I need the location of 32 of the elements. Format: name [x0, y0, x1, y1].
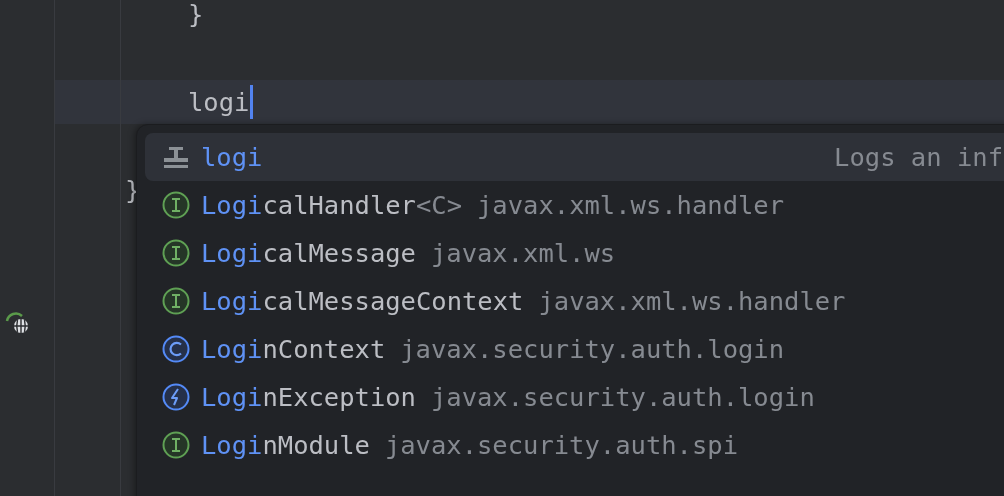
- package-name: javax.xml.ws: [430, 238, 616, 268]
- package-name: javax.security.auth.login: [400, 334, 785, 364]
- code-line: }: [187, 0, 204, 31]
- completion-item[interactable]: logi Logs an inf: [145, 133, 1004, 181]
- text-caret: [250, 85, 254, 119]
- package-name: javax.security.auth.spi: [384, 430, 738, 460]
- completion-description: Logs an inf: [833, 142, 1003, 172]
- completion-name: LoginException: [201, 382, 416, 412]
- completion-item[interactable]: LogicalMessage javax.xml.ws: [145, 229, 1004, 277]
- package-name: javax.xml.ws.handler: [538, 286, 846, 316]
- completion-item[interactable]: LogicalHandler<C> javax.xml.ws.handler: [145, 181, 1004, 229]
- completion-item[interactable]: LoginContext javax.security.auth.login: [145, 325, 1004, 373]
- completion-name: LogicalMessage: [201, 238, 416, 268]
- interface-icon: [162, 239, 190, 267]
- completion-name: logi: [201, 142, 263, 172]
- lightning-icon: [162, 383, 190, 411]
- completion-name: LogicalMessageContext: [201, 286, 524, 316]
- globe-icon[interactable]: [4, 311, 30, 335]
- completion-name: LoginModule: [201, 430, 370, 460]
- code-line: }: [124, 174, 141, 207]
- type-parameters: <C>: [415, 190, 462, 220]
- class-icon: [162, 335, 190, 363]
- completion-item[interactable]: LoginException javax.security.auth.login: [145, 373, 1004, 421]
- completion-name: LoginContext: [201, 334, 386, 364]
- interface-icon: [162, 431, 190, 459]
- package-name: javax.xml.ws.handler: [477, 190, 785, 220]
- interface-icon: [162, 287, 190, 315]
- package-name: javax.security.auth.login: [430, 382, 815, 412]
- completion-item[interactable]: LogicalMessageContext javax.xml.ws.handler: [145, 277, 1004, 325]
- completion-item[interactable]: LoginModule javax.security.auth.spi: [145, 421, 1004, 469]
- completion-name: LogicalHandler: [201, 190, 416, 220]
- interface-icon: [162, 191, 190, 219]
